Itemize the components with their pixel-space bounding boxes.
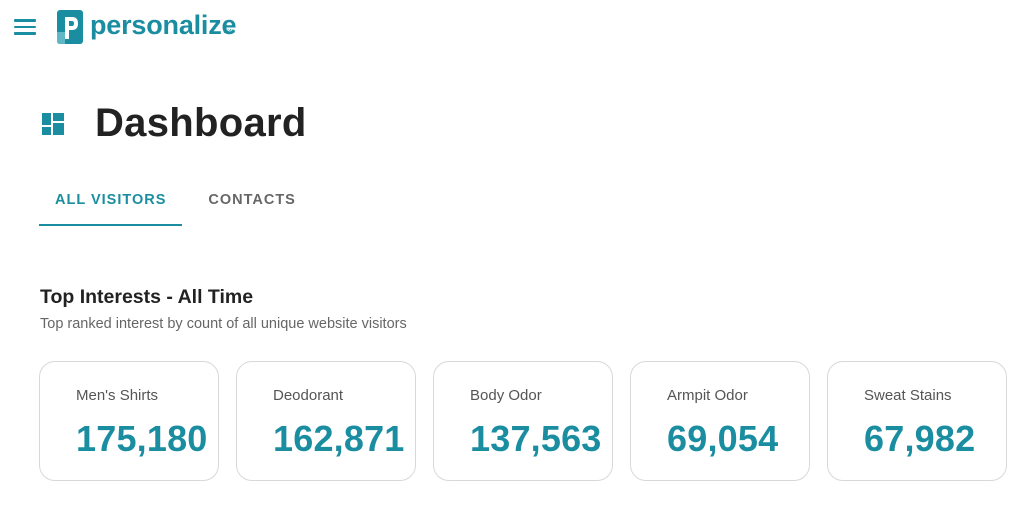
section-title: Top Interests - All Time xyxy=(40,286,254,308)
interest-count: 175,180 xyxy=(76,418,208,459)
top-bar: personalize beta xyxy=(0,0,1031,58)
dashboard-grid-icon xyxy=(42,113,64,135)
interest-card: Deodorant 162,871 xyxy=(236,361,416,481)
app-name: personalize beta xyxy=(90,9,237,41)
visitor-tabs: ALL VISITORS CONTACTS xyxy=(39,176,312,228)
section-subtitle: Top ranked interest by count of all uniq… xyxy=(40,316,407,332)
interest-count: 162,871 xyxy=(273,418,405,459)
interest-card: Men's Shirts 175,180 xyxy=(39,361,219,481)
personalize-logo-icon xyxy=(57,10,83,44)
app-logo[interactable]: personalize beta xyxy=(57,9,237,48)
tab-contacts[interactable]: CONTACTS xyxy=(192,176,311,226)
interest-count: 67,982 xyxy=(864,418,976,459)
interest-label: Men's Shirts xyxy=(76,387,159,404)
interest-card: Body Odor 137,563 xyxy=(433,361,613,481)
interest-count: 69,054 xyxy=(667,418,779,459)
interest-cards: Men's Shirts 175,180 Deodorant 162,871 B… xyxy=(39,361,1007,481)
interest-label: Armpit Odor xyxy=(667,387,748,404)
hamburger-menu-icon[interactable] xyxy=(14,19,36,35)
interest-label: Deodorant xyxy=(273,387,344,404)
interest-label: Body Odor xyxy=(470,387,542,404)
tab-all-visitors[interactable]: ALL VISITORS xyxy=(39,176,183,226)
beta-badge: beta xyxy=(223,29,235,35)
interest-count: 137,563 xyxy=(470,418,602,459)
app-name-text: personalize xyxy=(90,10,237,40)
page-title: Dashboard xyxy=(95,101,307,145)
interest-card: Armpit Odor 69,054 xyxy=(630,361,810,481)
interest-label: Sweat Stains xyxy=(864,387,952,404)
interest-card: Sweat Stains 67,982 xyxy=(827,361,1007,481)
